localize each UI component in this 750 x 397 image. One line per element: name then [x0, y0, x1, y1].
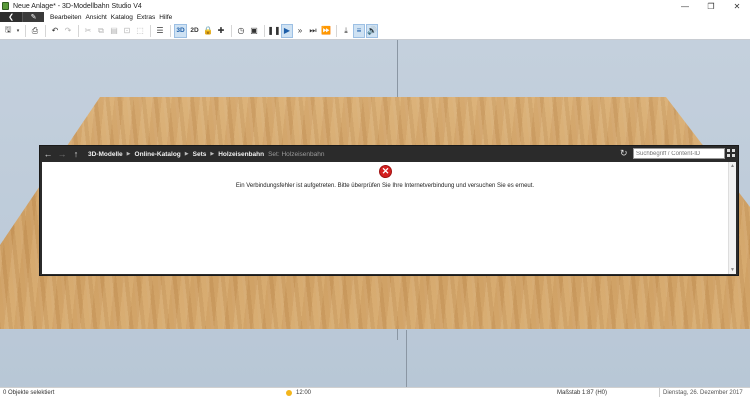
crosshair-icon[interactable]: ✚ [215, 24, 227, 38]
grid-view-icon[interactable] [727, 149, 735, 157]
error-message: Ein Verbindungsfehler ist aufgetreten. B… [235, 183, 535, 189]
undo-icon[interactable]: ↶ [49, 24, 61, 38]
simulation-time[interactable]: 12:00 [286, 389, 312, 396]
catalog-panel: ← → ↑ 3D-Modelle ▶ Online-Katalog ▶ Sets… [39, 145, 739, 276]
save-dropdown-icon[interactable]: ▾ [15, 24, 21, 38]
toolbar-separator [78, 24, 79, 37]
print-icon[interactable]: ⎙ [29, 24, 41, 38]
catalog-content: ✕ Ein Verbindungsfehler ist aufgetreten.… [42, 162, 736, 274]
lock-icon[interactable]: 🔒 [202, 24, 214, 38]
copy-icon[interactable]: ⧉ [95, 24, 107, 38]
toolbar-separator [45, 24, 46, 37]
faster-forward-icon[interactable]: ⏭ [307, 24, 319, 38]
refresh-icon[interactable]: ↻ [620, 148, 628, 159]
forward-arrow-icon[interactable]: → [56, 149, 68, 159]
title-bar: Neue Anlage* - 3D-Modellbahn Studio V4 —… [0, 0, 750, 12]
status-bar: 0 Objekte selektiert 12:00 Maßstab 1:87 … [0, 387, 750, 397]
play-icon[interactable]: ▶ [281, 23, 293, 38]
toolbar-separator [170, 24, 171, 37]
edit-mode-button[interactable]: ✎ [22, 12, 44, 22]
chevron-left-icon: ❮ [8, 14, 14, 21]
view-3d-button[interactable]: 3D [174, 23, 187, 38]
paste-icon[interactable]: ▤ [108, 24, 120, 38]
layers-icon[interactable]: ≡ [353, 23, 365, 38]
error-icon: ✕ [379, 165, 392, 178]
breadcrumb-3d-modelle[interactable]: 3D-Modelle [88, 151, 123, 158]
breadcrumb-separator-icon: ▶ [184, 151, 189, 157]
pencil-icon: ✎ [30, 14, 37, 21]
list-icon[interactable]: ☰ [154, 24, 166, 38]
toolbar-separator [25, 24, 26, 37]
back-mode-button[interactable]: ❮ [0, 12, 22, 22]
menu-items: Bearbeiten Ansicht Katalog Extras Hilfe [46, 14, 172, 21]
minimize-button[interactable]: — [672, 0, 698, 12]
up-arrow-icon[interactable]: ↑ [70, 149, 82, 159]
maximize-button[interactable]: ❐ [698, 0, 724, 12]
download-icon[interactable]: ⤓ [340, 24, 352, 38]
breadcrumb-holzeisenbahn[interactable]: Holzeisenbahn [218, 151, 264, 158]
scroll-down-icon[interactable]: ▼ [730, 267, 735, 273]
close-button[interactable]: ✕ [724, 0, 750, 12]
toolbar-separator [336, 24, 337, 37]
menu-hilfe[interactable]: Hilfe [159, 14, 172, 21]
menu-ansicht[interactable]: Ansicht [85, 14, 106, 21]
toolbar-separator [264, 24, 265, 37]
menu-bearbeiten[interactable]: Bearbeiten [50, 14, 81, 21]
group-icon[interactable]: ⊡ [121, 24, 133, 38]
breadcrumb-subtitle: Set: Holzeisenbahn [268, 150, 325, 158]
cut-icon[interactable]: ✂ [82, 24, 94, 38]
toolbar-separator [231, 24, 232, 37]
window-controls: — ❐ ✕ [672, 0, 750, 12]
breadcrumb-sets[interactable]: Sets [193, 151, 207, 158]
breadcrumb-online-katalog[interactable]: Online-Katalog [135, 151, 181, 158]
toolbar-separator [150, 24, 151, 37]
sound-icon[interactable]: 🔊 [366, 23, 378, 38]
axis-line [406, 330, 407, 387]
ungroup-icon[interactable]: ⬚ [134, 24, 146, 38]
scroll-up-icon[interactable]: ▲ [730, 163, 735, 169]
breadcrumb-separator-icon: ▶ [126, 151, 131, 157]
catalog-search-input[interactable] [633, 148, 725, 159]
menu-katalog[interactable]: Katalog [111, 14, 133, 21]
app-icon [2, 2, 9, 10]
selection-status: 0 Objekte selektiert [3, 389, 55, 396]
window-title: Neue Anlage* - 3D-Modellbahn Studio V4 [13, 2, 142, 10]
breadcrumb-separator-icon: ▶ [210, 151, 215, 157]
date-display[interactable]: Dienstag, 26. Dezember 2017 [659, 388, 746, 397]
time-label: 12:00 [296, 389, 312, 396]
catalog-scrollbar[interactable]: ▲ ▼ [728, 162, 736, 274]
save-icon[interactable]: 🖫 [2, 24, 14, 38]
clock-icon[interactable]: ◷ [235, 24, 247, 38]
view-2d-button[interactable]: 2D [188, 24, 201, 38]
menu-bar: ❮ ✎ Bearbeiten Ansicht Katalog Extras Hi… [0, 12, 750, 22]
fast-forward-icon[interactable]: » [294, 24, 306, 38]
scale-indicator[interactable]: Maßstab 1:87 (H0) [557, 390, 607, 396]
redo-icon[interactable]: ↷ [62, 24, 74, 38]
toolbar: 🖫 ▾ ⎙ ↶ ↷ ✂ ⧉ ▤ ⊡ ⬚ ☰ 3D 2D 🔒 ✚ ◷ ▣ ❚❚ ▶… [0, 22, 750, 40]
menu-extras[interactable]: Extras [137, 14, 155, 21]
pause-icon[interactable]: ❚❚ [267, 24, 280, 38]
breadcrumb: 3D-Modelle ▶ Online-Katalog ▶ Sets ▶ Hol… [88, 151, 324, 158]
fastest-forward-icon[interactable]: ⏩ [320, 24, 332, 38]
catalog-nav-bar: ← → ↑ 3D-Modelle ▶ Online-Katalog ▶ Sets… [40, 146, 738, 162]
back-arrow-icon[interactable]: ← [42, 149, 54, 159]
timetable-icon[interactable]: ▣ [248, 24, 260, 38]
sun-icon [286, 389, 292, 396]
